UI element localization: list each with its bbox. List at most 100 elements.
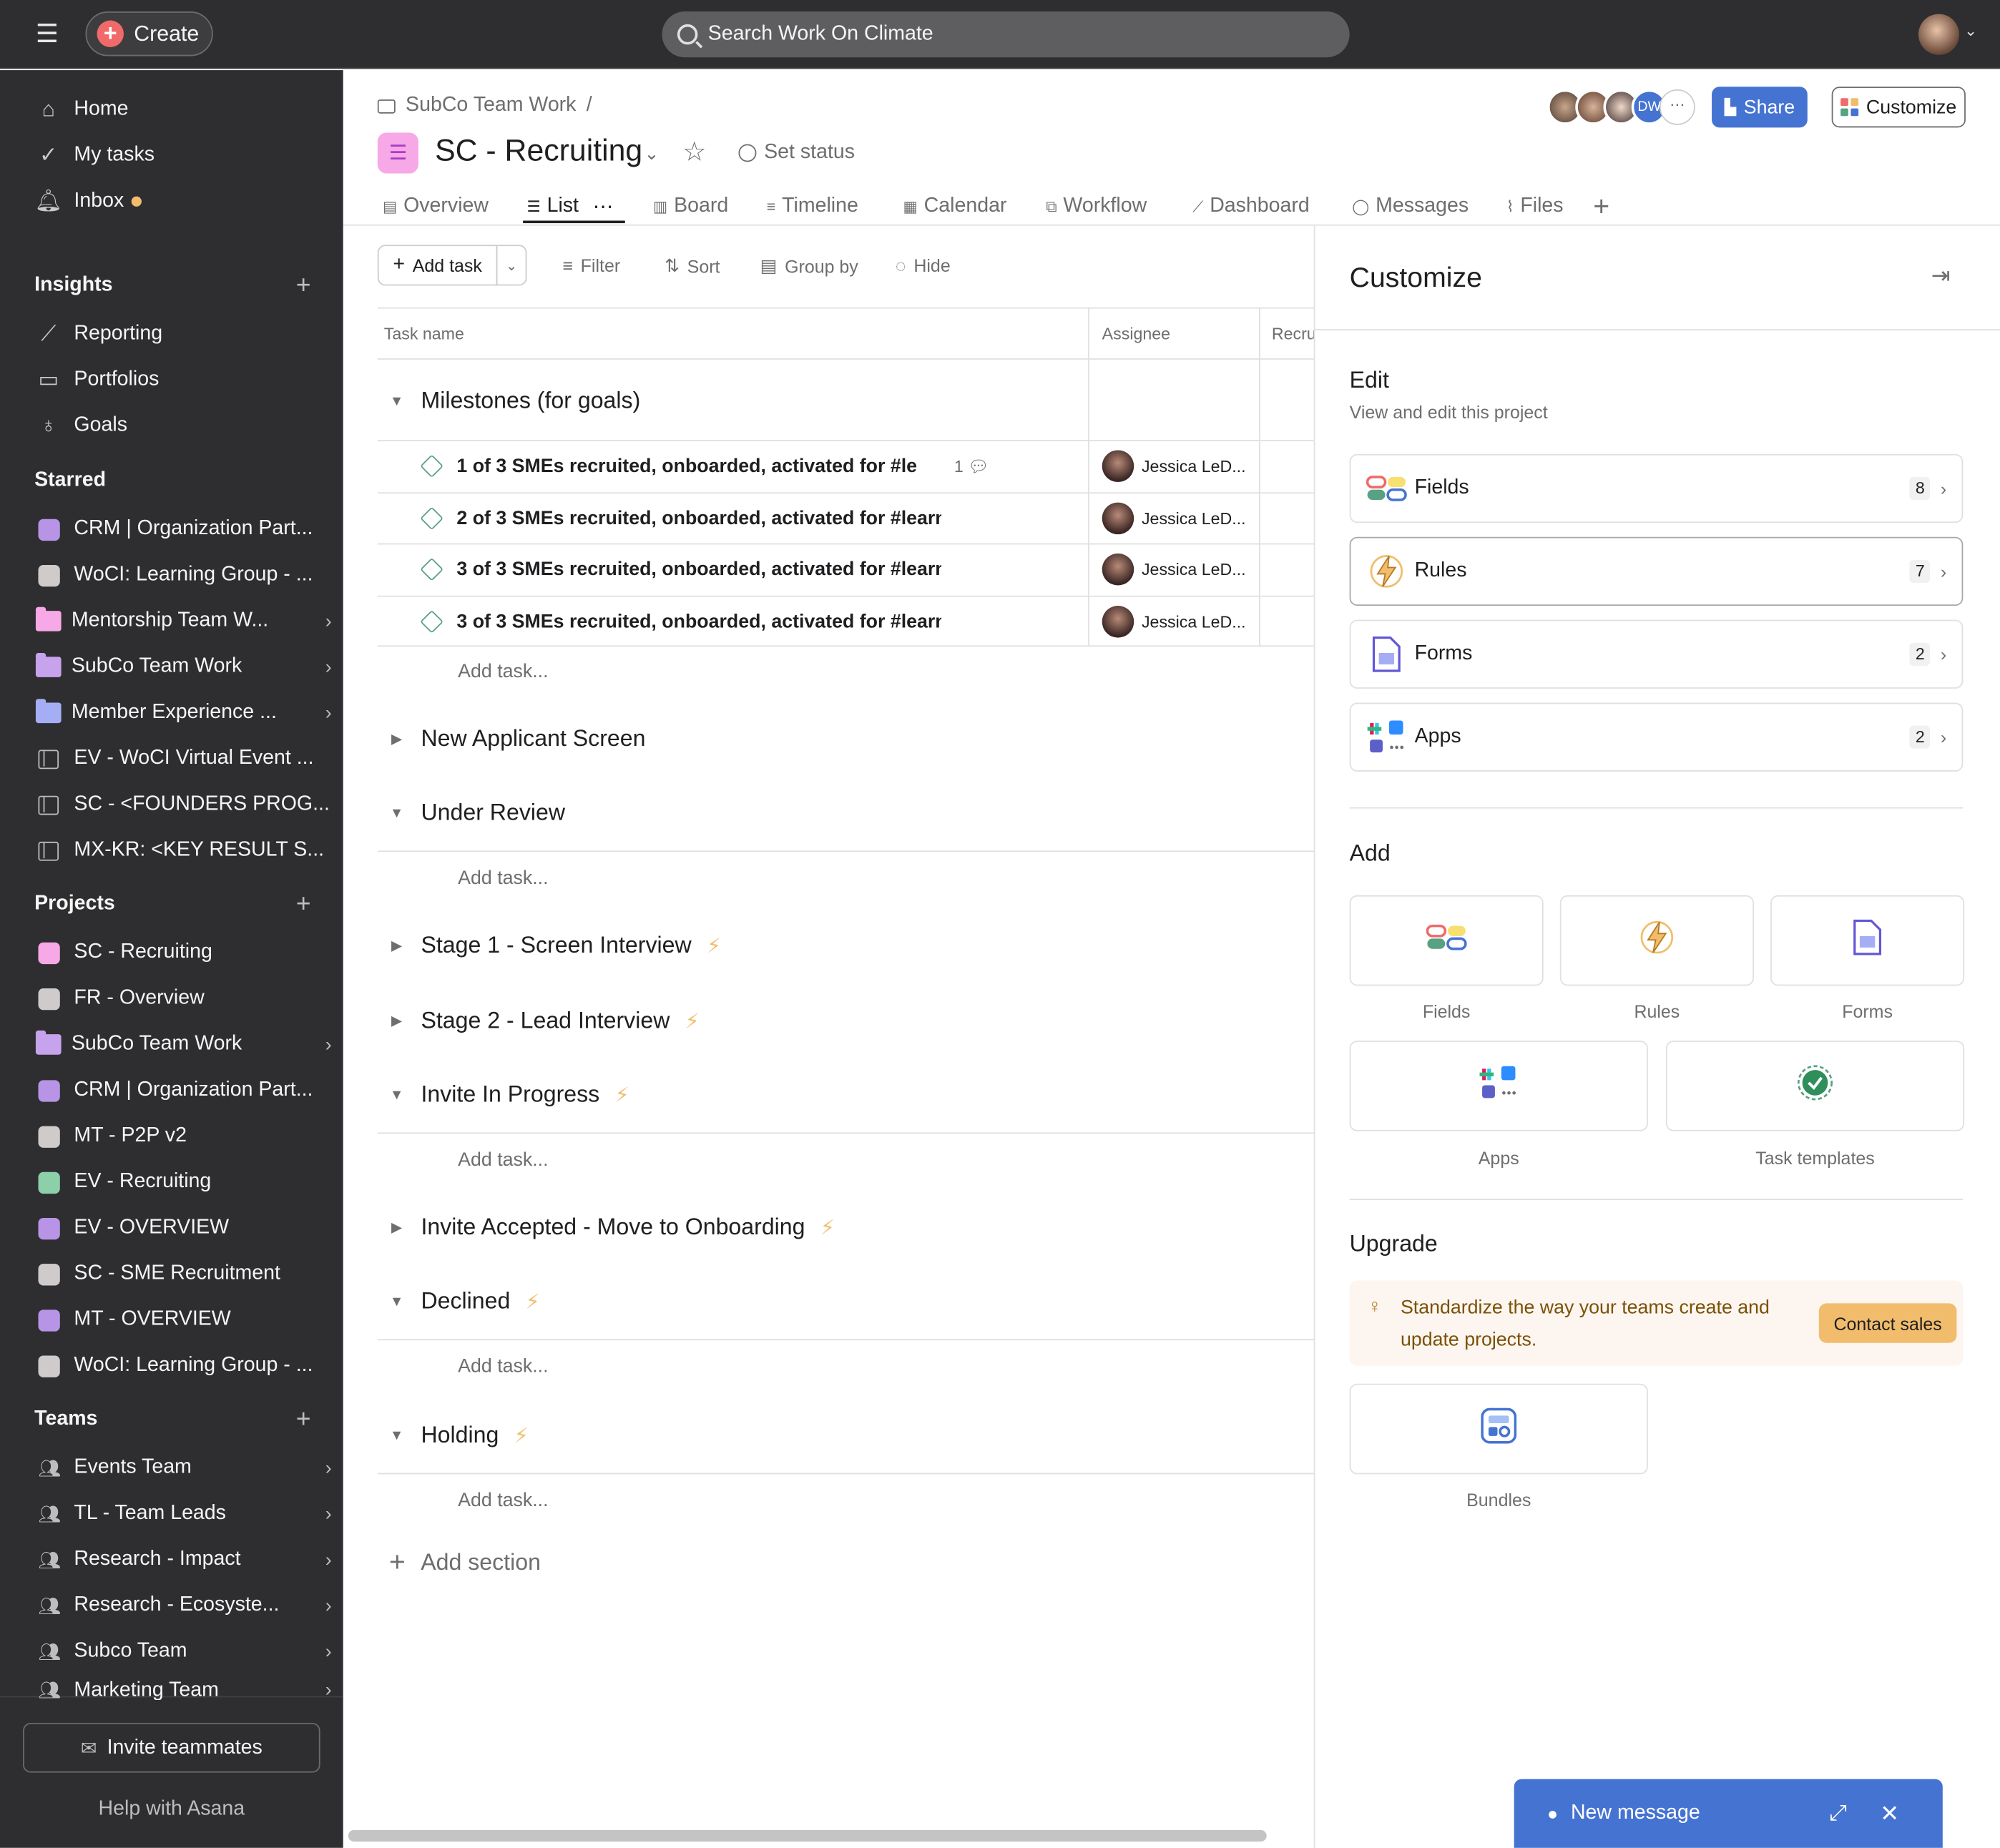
- add-task-row[interactable]: Add task...: [458, 868, 548, 889]
- caret-right-icon[interactable]: ▶: [388, 731, 406, 747]
- task-name[interactable]: 3 of 3 SMEs recruited, onboarded, activa…: [456, 610, 941, 631]
- add-task-button[interactable]: + Add task: [377, 245, 498, 286]
- customize-button[interactable]: Customize: [1831, 87, 1966, 128]
- filter-button[interactable]: ≡ Filter: [562, 255, 620, 276]
- table-row[interactable]: 1 of 3 SMEs recruited, onboarded, activa…: [377, 440, 1314, 491]
- sidebar-item-home[interactable]: ⌂ Home: [36, 91, 129, 129]
- contact-sales-button[interactable]: Contact sales: [1818, 1303, 1957, 1343]
- sidebar-item-my-tasks[interactable]: ✓ My tasks: [36, 137, 155, 175]
- sidebar-item-woci-learning-group[interactable]: WoCI: Learning Group - ...: [38, 1348, 331, 1384]
- add-fields-tile[interactable]: [1349, 895, 1544, 986]
- group-by-button[interactable]: ▤ Group by: [760, 255, 858, 277]
- set-status-button[interactable]: Set status: [738, 142, 855, 164]
- chevron-down-icon[interactable]: ⌄: [1964, 21, 1977, 39]
- chevron-right-icon[interactable]: ›: [311, 1033, 332, 1055]
- sidebar-item-fr-overview[interactable]: FR - Overview: [38, 980, 331, 1016]
- section-stage-2-lead-interview[interactable]: ▶ Stage 2 - Lead Interview ⚡︎: [388, 1008, 700, 1034]
- column-task-name[interactable]: Task name: [384, 324, 464, 343]
- rule-bolt-icon[interactable]: ⚡︎: [820, 1214, 835, 1240]
- add-apps-tile[interactable]: [1349, 1041, 1648, 1131]
- chevron-down-icon[interactable]: ⌄: [644, 143, 660, 164]
- sidebar-item-crm-organization-part[interactable]: CRM | Organization Part...: [38, 511, 331, 547]
- add-insight-icon[interactable]: +: [296, 272, 311, 301]
- sidebar-item-sc-founders-prog[interactable]: SC - <FOUNDERS PROG...: [38, 787, 331, 822]
- tab-calendar[interactable]: ▦ Calendar: [903, 191, 1007, 222]
- column-recruiter[interactable]: Recru: [1272, 324, 1316, 343]
- new-message-bar[interactable]: ● New message ⤢ ✕: [1514, 1779, 1943, 1848]
- add-task-row[interactable]: Add task...: [458, 661, 548, 682]
- star-icon[interactable]: ☆: [682, 137, 707, 169]
- section-invite-in-progress[interactable]: ▼ Invite In Progress ⚡︎: [388, 1081, 629, 1108]
- sidebar-item-woci-learning-group[interactable]: WoCI: Learning Group - ...: [38, 557, 331, 593]
- sidebar-item-research-impact[interactable]: 👥︎ Research - Impact ›: [38, 1542, 331, 1578]
- create-button[interactable]: + Create: [85, 11, 213, 56]
- forms-card[interactable]: Forms 2 ›: [1349, 619, 1964, 689]
- assignee-cell[interactable]: Jessica LeD...: [1102, 605, 1246, 637]
- chevron-right-icon[interactable]: ›: [311, 1549, 332, 1571]
- rule-bolt-icon[interactable]: ⚡︎: [707, 933, 721, 958]
- task-name[interactable]: 2 of 3 SMEs recruited, onboarded, activa…: [456, 507, 941, 529]
- caret-right-icon[interactable]: ▶: [388, 938, 406, 953]
- add-task-templates-tile[interactable]: [1665, 1041, 1965, 1131]
- assignee-cell[interactable]: Jessica LeD...: [1102, 501, 1246, 534]
- add-rules-tile[interactable]: [1559, 895, 1754, 986]
- assignee-cell[interactable]: Jessica LeD...: [1102, 450, 1246, 483]
- chevron-right-icon[interactable]: ›: [311, 656, 332, 677]
- rule-bolt-icon[interactable]: ⚡︎: [514, 1422, 529, 1448]
- sidebar-item-subco-team-work[interactable]: SubCo Team Work ›: [35, 1026, 332, 1062]
- sidebar-item-reporting[interactable]: ⟋ Reporting: [36, 315, 162, 353]
- section-under-review[interactable]: ▼ Under Review: [388, 800, 565, 826]
- tab-files[interactable]: ⌇ Files: [1506, 191, 1564, 222]
- add-tab-icon[interactable]: +: [1593, 190, 1609, 222]
- sidebar-item-member-experience[interactable]: Member Experience ... ›: [35, 695, 332, 731]
- rule-bolt-icon[interactable]: ⚡︎: [526, 1289, 540, 1314]
- caret-right-icon[interactable]: ▶: [388, 1219, 406, 1236]
- add-task-row[interactable]: Add task...: [458, 1149, 548, 1171]
- task-name[interactable]: 1 of 3 SMEs recruited, onboarded, activa…: [456, 456, 941, 477]
- milestone-icon[interactable]: [420, 506, 444, 530]
- rule-bolt-icon[interactable]: ⚡︎: [615, 1082, 629, 1108]
- milestone-icon[interactable]: [420, 609, 444, 633]
- rules-card[interactable]: Rules 7 ›: [1349, 536, 1964, 606]
- table-row[interactable]: 3 of 3 SMEs recruited, onboarded, activa…: [377, 543, 1314, 594]
- project-list-icon[interactable]: ☰: [377, 132, 418, 174]
- sidebar-item-mt-overview[interactable]: MT - OVERVIEW: [38, 1302, 331, 1338]
- section-new-applicant-screen[interactable]: ▶ New Applicant Screen: [388, 726, 645, 752]
- collapse-panel-icon[interactable]: ⇥: [1931, 262, 1951, 289]
- sidebar-item-mx-kr-key-result-s[interactable]: MX-KR: <KEY RESULT S...: [38, 832, 331, 868]
- sidebar-item-sc-sme-recruitment[interactable]: SC - SME Recruitment: [38, 1256, 331, 1292]
- chevron-right-icon[interactable]: ›: [311, 1641, 332, 1662]
- column-assignee[interactable]: Assignee: [1102, 324, 1170, 343]
- section-holding[interactable]: ▼ Holding ⚡︎: [388, 1422, 529, 1448]
- sidebar-item-marketing-team[interactable]: 👥︎ Marketing Team ›: [38, 1679, 331, 1700]
- sidebar-item-tl-team-leads[interactable]: 👥︎ TL - Team Leads ›: [38, 1496, 331, 1532]
- bundles-tile[interactable]: [1349, 1383, 1648, 1475]
- sidebar-item-subco-team[interactable]: 👥︎ Subco Team ›: [38, 1633, 331, 1669]
- sidebar-item-ev-overview[interactable]: EV - OVERVIEW: [38, 1210, 331, 1246]
- fields-card[interactable]: Fields 8 ›: [1349, 453, 1964, 524]
- section-milestones-for-goals[interactable]: ▼ Milestones (for goals): [388, 388, 640, 414]
- sort-button[interactable]: ⇅ Sort: [665, 255, 720, 277]
- project-members[interactable]: DW ⋯: [1547, 89, 1695, 125]
- milestone-icon[interactable]: [420, 454, 444, 478]
- table-row[interactable]: 3 of 3 SMEs recruited, onboarded, activa…: [377, 594, 1314, 646]
- tab-list[interactable]: ☰ List ⋯: [526, 191, 613, 222]
- sidebar-item-ev-recruiting[interactable]: EV - Recruiting: [38, 1164, 331, 1200]
- breadcrumb[interactable]: SubCo Team Work /: [377, 94, 592, 117]
- add-task-row[interactable]: Add task...: [458, 1490, 548, 1511]
- chevron-right-icon[interactable]: ›: [311, 1595, 332, 1616]
- tab-dashboard[interactable]: ⟋ Dashboard: [1192, 191, 1309, 222]
- task-name[interactable]: 3 of 3 SMEs recruited, onboarded, activa…: [456, 559, 941, 580]
- add-forms-tile[interactable]: [1770, 895, 1965, 986]
- caret-down-icon[interactable]: ▼: [388, 805, 406, 820]
- table-row[interactable]: 2 of 3 SMEs recruited, onboarded, activa…: [377, 491, 1314, 542]
- caret-right-icon[interactable]: ▶: [388, 1013, 406, 1029]
- sidebar-item-subco-team-work[interactable]: SubCo Team Work ›: [35, 649, 332, 685]
- chevron-right-icon[interactable]: ›: [311, 1679, 332, 1700]
- sidebar-item-research-ecosyste[interactable]: 👥︎ Research - Ecosyste... ›: [38, 1588, 331, 1623]
- sidebar-item-portfolios[interactable]: ▭ Portfolios: [36, 361, 159, 399]
- tab-more-icon[interactable]: ⋯: [593, 194, 614, 220]
- help-link[interactable]: Help with Asana: [0, 1798, 343, 1821]
- sidebar-item-mt-p2p-v2[interactable]: MT - P2P v2: [38, 1119, 331, 1154]
- tab-overview[interactable]: ▤ Overview: [383, 191, 489, 222]
